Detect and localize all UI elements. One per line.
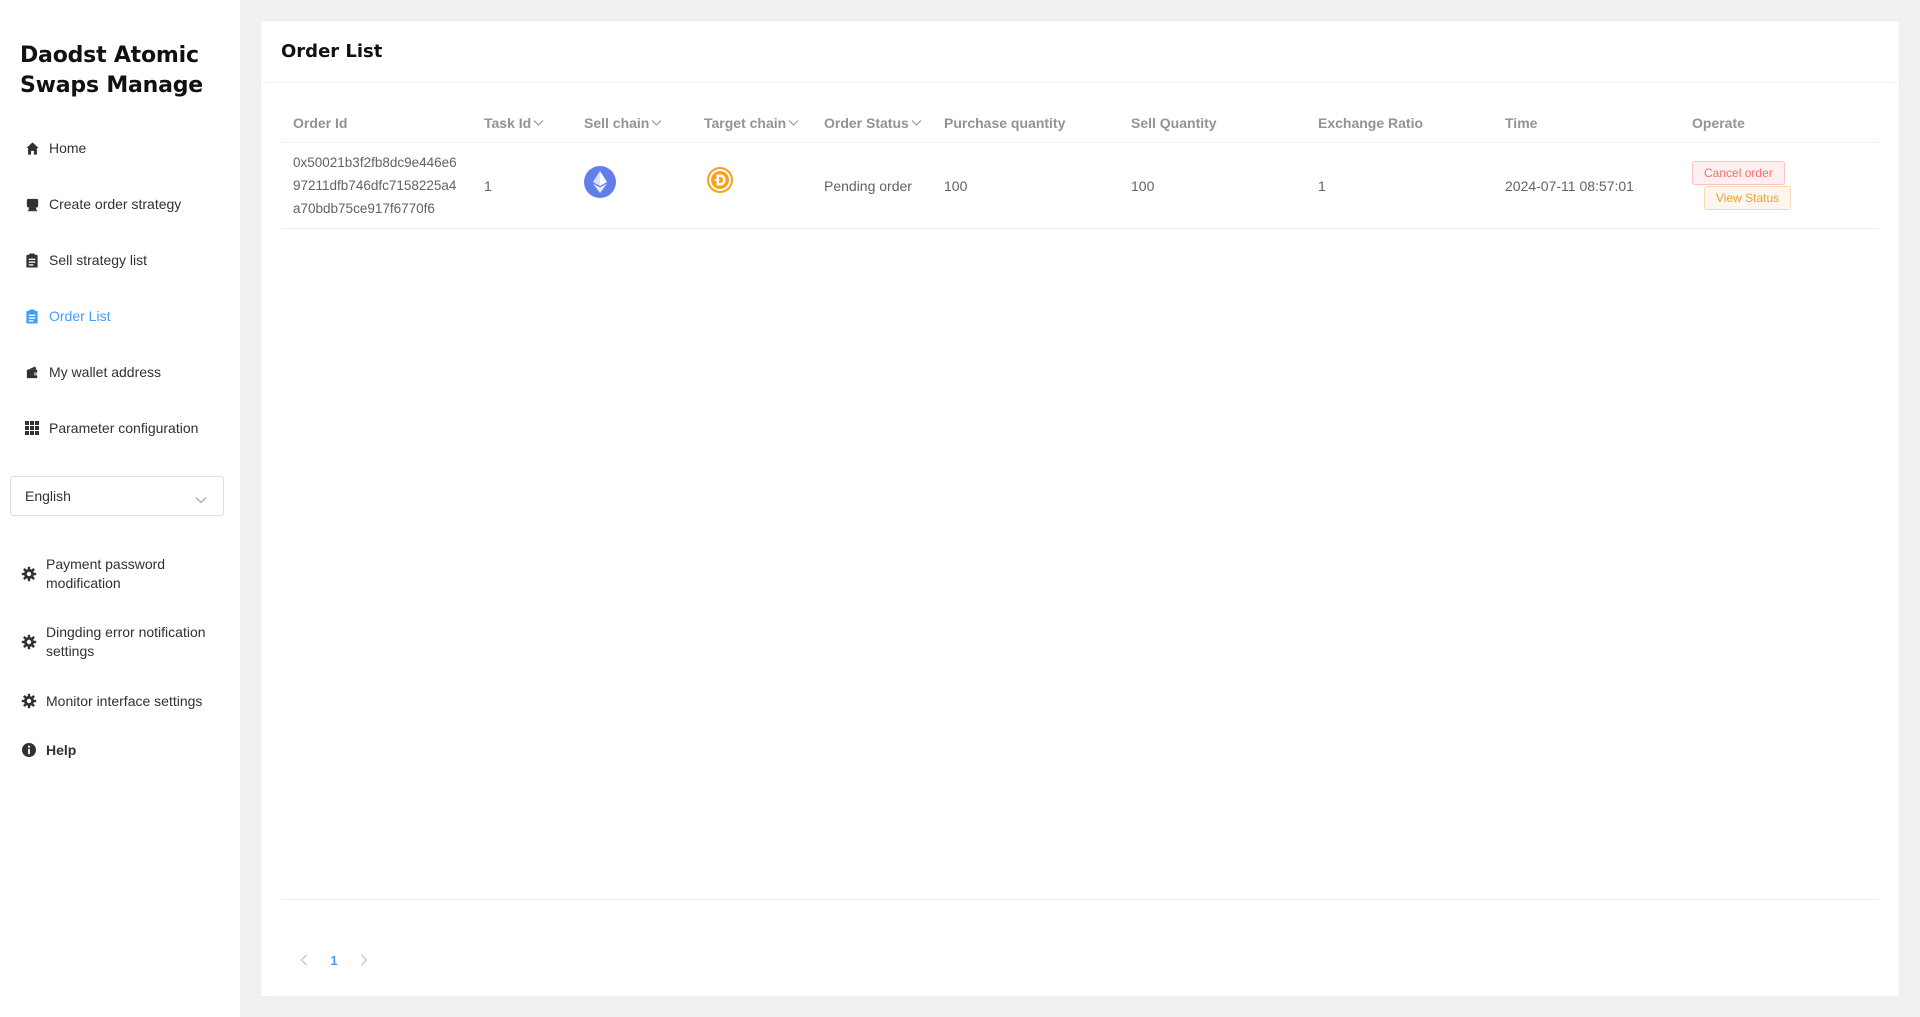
clipboard-icon — [24, 308, 40, 324]
cancel-order-button[interactable]: Cancel order — [1692, 161, 1785, 185]
sidebar-item-sell-strategy-list[interactable]: Sell strategy list — [0, 232, 240, 288]
sidebar-item-label: Dingding error notification settings — [46, 624, 206, 659]
view-status-button[interactable]: View Status — [1704, 186, 1792, 210]
grid-icon — [24, 420, 40, 436]
chevron-down-icon[interactable] — [533, 119, 544, 127]
order-id: 0x50021b3f2fb8dc9e446e697211dfb746dfc715… — [293, 155, 457, 216]
prev-page-button[interactable] — [289, 946, 319, 974]
divider — [281, 899, 1879, 900]
app-title: Daodst Atomic Swaps Manage — [20, 43, 204, 98]
sidebar-item-parameter-configuration[interactable]: Parameter configuration — [0, 400, 240, 456]
column-header[interactable]: Order Status — [812, 115, 932, 131]
purchase-quantity-cell: 100 — [944, 177, 968, 194]
next-page-button[interactable] — [349, 946, 379, 974]
sidebar-item-payment-password[interactable]: Payment password modification — [0, 540, 240, 608]
table-row: 0x50021b3f2fb8dc9e446e697211dfb746dfc715… — [281, 143, 1879, 229]
sell-chain-cell — [572, 165, 692, 198]
sidebar-item-monitor-interface[interactable]: Monitor interface settings — [0, 676, 240, 726]
sidebar-item-label: Order List — [49, 308, 111, 324]
sidebar: Daodst Atomic Swaps Manage Home Create o… — [0, 0, 240, 1017]
chevron-down-icon[interactable] — [651, 119, 662, 127]
chevron-left-icon — [300, 954, 307, 966]
page-title: Order List — [261, 21, 1899, 83]
sidebar-menu: Home Create order strategy Sell strategy… — [0, 120, 240, 456]
info-icon — [21, 742, 37, 758]
operate-cell: Cancel order View Status — [1680, 161, 1879, 210]
column-header: Sell Quantity — [1131, 114, 1217, 131]
time-cell: 2024-07-11 08:57:01 — [1505, 177, 1634, 194]
column-header: Operate — [1692, 114, 1745, 131]
clipboard-icon — [24, 252, 40, 268]
column-header: Order Id — [293, 114, 348, 131]
sidebar-item-help[interactable]: Help — [0, 726, 240, 774]
order-id-cell: 0x50021b3f2fb8dc9e446e697211dfb746dfc715… — [281, 151, 472, 220]
order-status-cell: Pending order — [824, 177, 912, 194]
language-select-value: English — [25, 488, 71, 504]
sidebar-item-label: Home — [49, 140, 87, 156]
main-panel: Order List Order Id Task Id Sell chain T… — [260, 20, 1900, 997]
exchange-ratio-cell: 1 — [1318, 177, 1326, 194]
sidebar-item-label: Help — [46, 741, 77, 758]
dst-coin-icon — [707, 167, 733, 193]
sidebar-item-label: Parameter configuration — [49, 420, 199, 436]
sidebar-item-order-list[interactable]: Order List — [0, 288, 240, 344]
sidebar-item-label: Sell strategy list — [49, 252, 148, 268]
column-header: Purchase quantity — [944, 114, 1066, 131]
sidebar-item-label: Monitor interface settings — [46, 692, 203, 709]
sidebar-item-dingding-settings[interactable]: Dingding error notification settings — [0, 608, 240, 676]
ethereum-icon — [584, 165, 616, 198]
order-table: Order Id Task Id Sell chain Target chain… — [281, 103, 1879, 229]
sidebar-item-label: Payment password modification — [46, 556, 166, 591]
page-number[interactable]: 1 — [319, 946, 349, 974]
sell-quantity-cell: 100 — [1131, 177, 1155, 194]
table-header: Order Id Task Id Sell chain Target chain… — [281, 103, 1879, 143]
chevron-down-icon[interactable] — [788, 119, 799, 127]
chevron-down-icon — [195, 491, 207, 507]
strategy-icon — [24, 196, 40, 212]
column-header: Time — [1505, 114, 1538, 131]
sidebar-item-home[interactable]: Home — [0, 120, 240, 176]
sidebar-item-my-wallet-address[interactable]: My wallet address — [0, 344, 240, 400]
chevron-down-icon[interactable] — [911, 119, 922, 127]
gear-icon — [21, 566, 37, 582]
target-chain-cell — [692, 167, 812, 196]
pagination: 1 — [289, 946, 379, 974]
sidebar-item-create-order-strategy[interactable]: Create order strategy — [0, 176, 240, 232]
sidebar-item-label: My wallet address — [49, 364, 162, 380]
column-header[interactable]: Sell chain — [572, 115, 692, 131]
column-header: Exchange Ratio — [1318, 114, 1424, 131]
settings-menu: Payment password modification Dingding e… — [0, 540, 240, 774]
sidebar-item-label: Create order strategy — [49, 196, 182, 212]
chevron-right-icon — [361, 954, 368, 966]
wallet-icon — [24, 364, 40, 380]
task-id-cell: 1 — [484, 177, 492, 194]
column-header[interactable]: Target chain — [692, 115, 812, 131]
home-icon — [24, 140, 40, 156]
gear-icon — [21, 634, 37, 650]
gear-icon — [21, 693, 37, 709]
language-select[interactable]: English — [10, 476, 224, 516]
column-header[interactable]: Task Id — [472, 115, 572, 131]
